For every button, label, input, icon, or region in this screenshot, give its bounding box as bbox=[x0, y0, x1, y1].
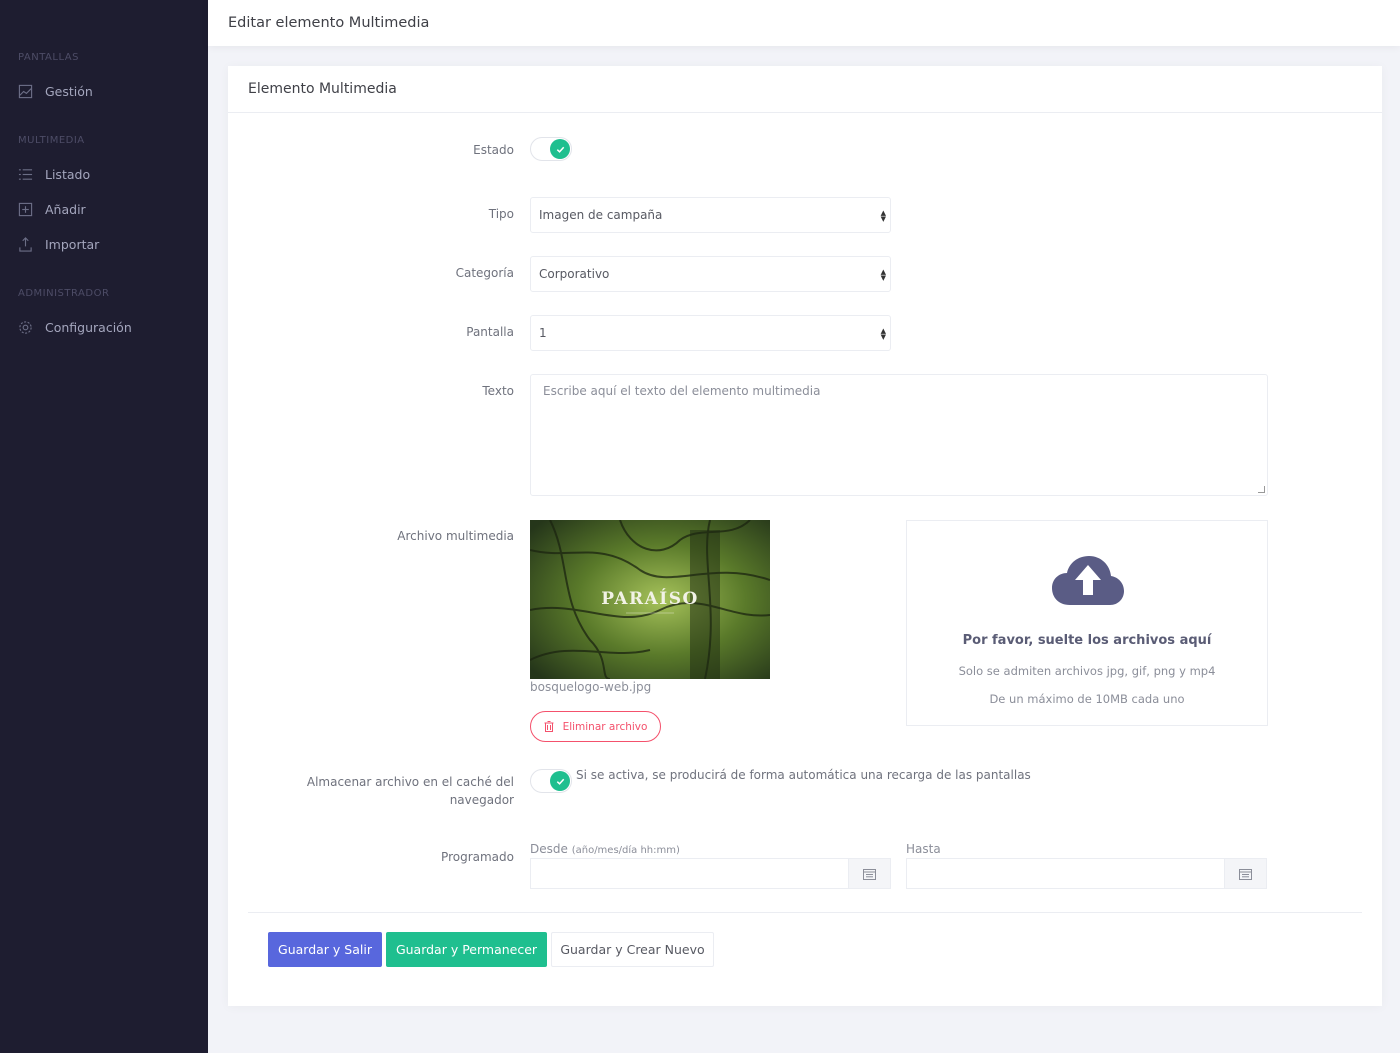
hasta-input[interactable] bbox=[907, 859, 1224, 888]
sidebar-item-importar[interactable]: Importar bbox=[18, 232, 99, 256]
select-arrows-icon: ▲ ▼ bbox=[880, 268, 886, 282]
media-panel: Elemento Multimedia Estado Tipo Imagen d… bbox=[228, 66, 1382, 1006]
texto-label: Texto bbox=[482, 384, 514, 398]
sidebar-item-label: Gestión bbox=[45, 83, 93, 99]
sidebar-item-label: Añadir bbox=[45, 201, 86, 217]
cache-label: Almacenar archivo en el caché del navega… bbox=[307, 773, 514, 809]
select-arrows-icon: ▲ ▼ bbox=[880, 327, 886, 341]
panel-title: Elemento Multimedia bbox=[248, 81, 397, 97]
calendar-icon bbox=[1239, 868, 1252, 880]
hasta-calendar-button[interactable] bbox=[1224, 859, 1266, 888]
sidebar-item-gestion[interactable]: Gestión bbox=[18, 79, 93, 103]
sidebar-section-multimedia: MULTIMEDIA bbox=[18, 135, 85, 146]
sidebar-section-administrador: ADMINISTRADOR bbox=[18, 288, 110, 299]
check-icon bbox=[550, 139, 570, 159]
pantalla-select[interactable]: 1 ▲ ▼ bbox=[530, 315, 891, 351]
panel-header: Elemento Multimedia bbox=[228, 66, 1382, 113]
delete-file-button[interactable]: Eliminar archivo bbox=[530, 711, 661, 742]
pantalla-value: 1 bbox=[539, 326, 547, 340]
save-stay-button[interactable]: Guardar y Permanecer bbox=[386, 932, 547, 967]
cloud-upload-icon bbox=[1052, 556, 1124, 605]
hasta-label: Hasta bbox=[906, 842, 941, 856]
pantalla-label: Pantalla bbox=[466, 325, 514, 339]
estado-label: Estado bbox=[473, 143, 514, 157]
file-name: bosquelogo-web.jpg bbox=[530, 680, 652, 694]
dropzone-title: Por favor, suelte los archivos aquí bbox=[962, 633, 1212, 648]
tipo-select[interactable]: Imagen de campaña ▲ ▼ bbox=[530, 197, 891, 233]
file-dropzone[interactable]: Por favor, suelte los archivos aquí Solo… bbox=[906, 520, 1268, 726]
sidebar-item-configuracion[interactable]: Configuración bbox=[18, 315, 132, 339]
desde-input[interactable] bbox=[531, 859, 848, 888]
categoria-select[interactable]: Corporativo ▲ ▼ bbox=[530, 256, 891, 292]
cache-label-line1: Almacenar archivo en el caché del bbox=[306, 775, 514, 789]
sidebar-section-pantallas: PANTALLAS bbox=[18, 52, 79, 63]
desde-date-group bbox=[530, 858, 891, 889]
sidebar-item-label: Listado bbox=[45, 166, 91, 182]
programado-label: Programado bbox=[441, 850, 514, 864]
hasta-date-group bbox=[906, 858, 1267, 889]
image-icon bbox=[18, 84, 33, 99]
categoria-label: Categoría bbox=[455, 266, 514, 280]
estado-toggle[interactable] bbox=[530, 137, 572, 161]
sidebar: PANTALLAS Gestión MULTIMEDIA Listado Aña… bbox=[0, 0, 208, 1053]
sidebar-item-label: Configuración bbox=[45, 319, 132, 335]
texto-placeholder: Escribe aquí el texto del elemento multi… bbox=[543, 384, 821, 398]
select-arrows-icon: ▲ ▼ bbox=[880, 209, 886, 223]
calendar-icon bbox=[863, 868, 876, 880]
upload-icon bbox=[18, 236, 33, 252]
sidebar-item-anadir[interactable]: Añadir bbox=[18, 197, 86, 221]
add-icon bbox=[18, 202, 33, 217]
gear-icon bbox=[18, 320, 33, 335]
archivo-label: Archivo multimedia bbox=[397, 529, 514, 543]
tipo-value: Imagen de campaña bbox=[539, 208, 663, 222]
top-header: Editar elemento Multimedia bbox=[208, 0, 1400, 46]
cache-toggle[interactable] bbox=[530, 769, 572, 793]
list-icon bbox=[18, 167, 33, 182]
texto-textarea[interactable]: Escribe aquí el texto del elemento multi… bbox=[530, 374, 1268, 496]
media-thumbnail: PARAÍSO bbox=[530, 520, 770, 679]
cache-label-line2: navegador bbox=[449, 793, 514, 807]
desde-label-text: Desde bbox=[530, 842, 568, 856]
tipo-label: Tipo bbox=[488, 207, 514, 221]
categoria-value: Corporativo bbox=[539, 267, 610, 281]
trash-icon bbox=[544, 721, 554, 732]
page-title: Editar elemento Multimedia bbox=[228, 15, 430, 31]
dropzone-formats: Solo se admiten archivos jpg, gif, png y… bbox=[958, 664, 1216, 678]
desde-calendar-button[interactable] bbox=[848, 859, 890, 888]
delete-file-label: Eliminar archivo bbox=[562, 720, 648, 733]
save-exit-button[interactable]: Guardar y Salir bbox=[268, 932, 382, 967]
dropzone-size: De un máximo de 10MB cada uno bbox=[989, 692, 1185, 706]
check-icon bbox=[550, 771, 570, 791]
resize-handle[interactable] bbox=[1258, 486, 1265, 493]
form-divider bbox=[248, 912, 1362, 913]
cache-hint: Si se activa, se producirá de forma auto… bbox=[576, 768, 1031, 782]
desde-format: (año/mes/día hh:mm) bbox=[571, 845, 680, 856]
save-new-button[interactable]: Guardar y Crear Nuevo bbox=[551, 932, 714, 967]
sidebar-item-label: Importar bbox=[45, 236, 100, 252]
desde-label: Desde (año/mes/día hh:mm) bbox=[530, 842, 680, 856]
sidebar-item-listado[interactable]: Listado bbox=[18, 162, 90, 186]
thumbnail-title: PARAÍSO bbox=[601, 588, 699, 609]
